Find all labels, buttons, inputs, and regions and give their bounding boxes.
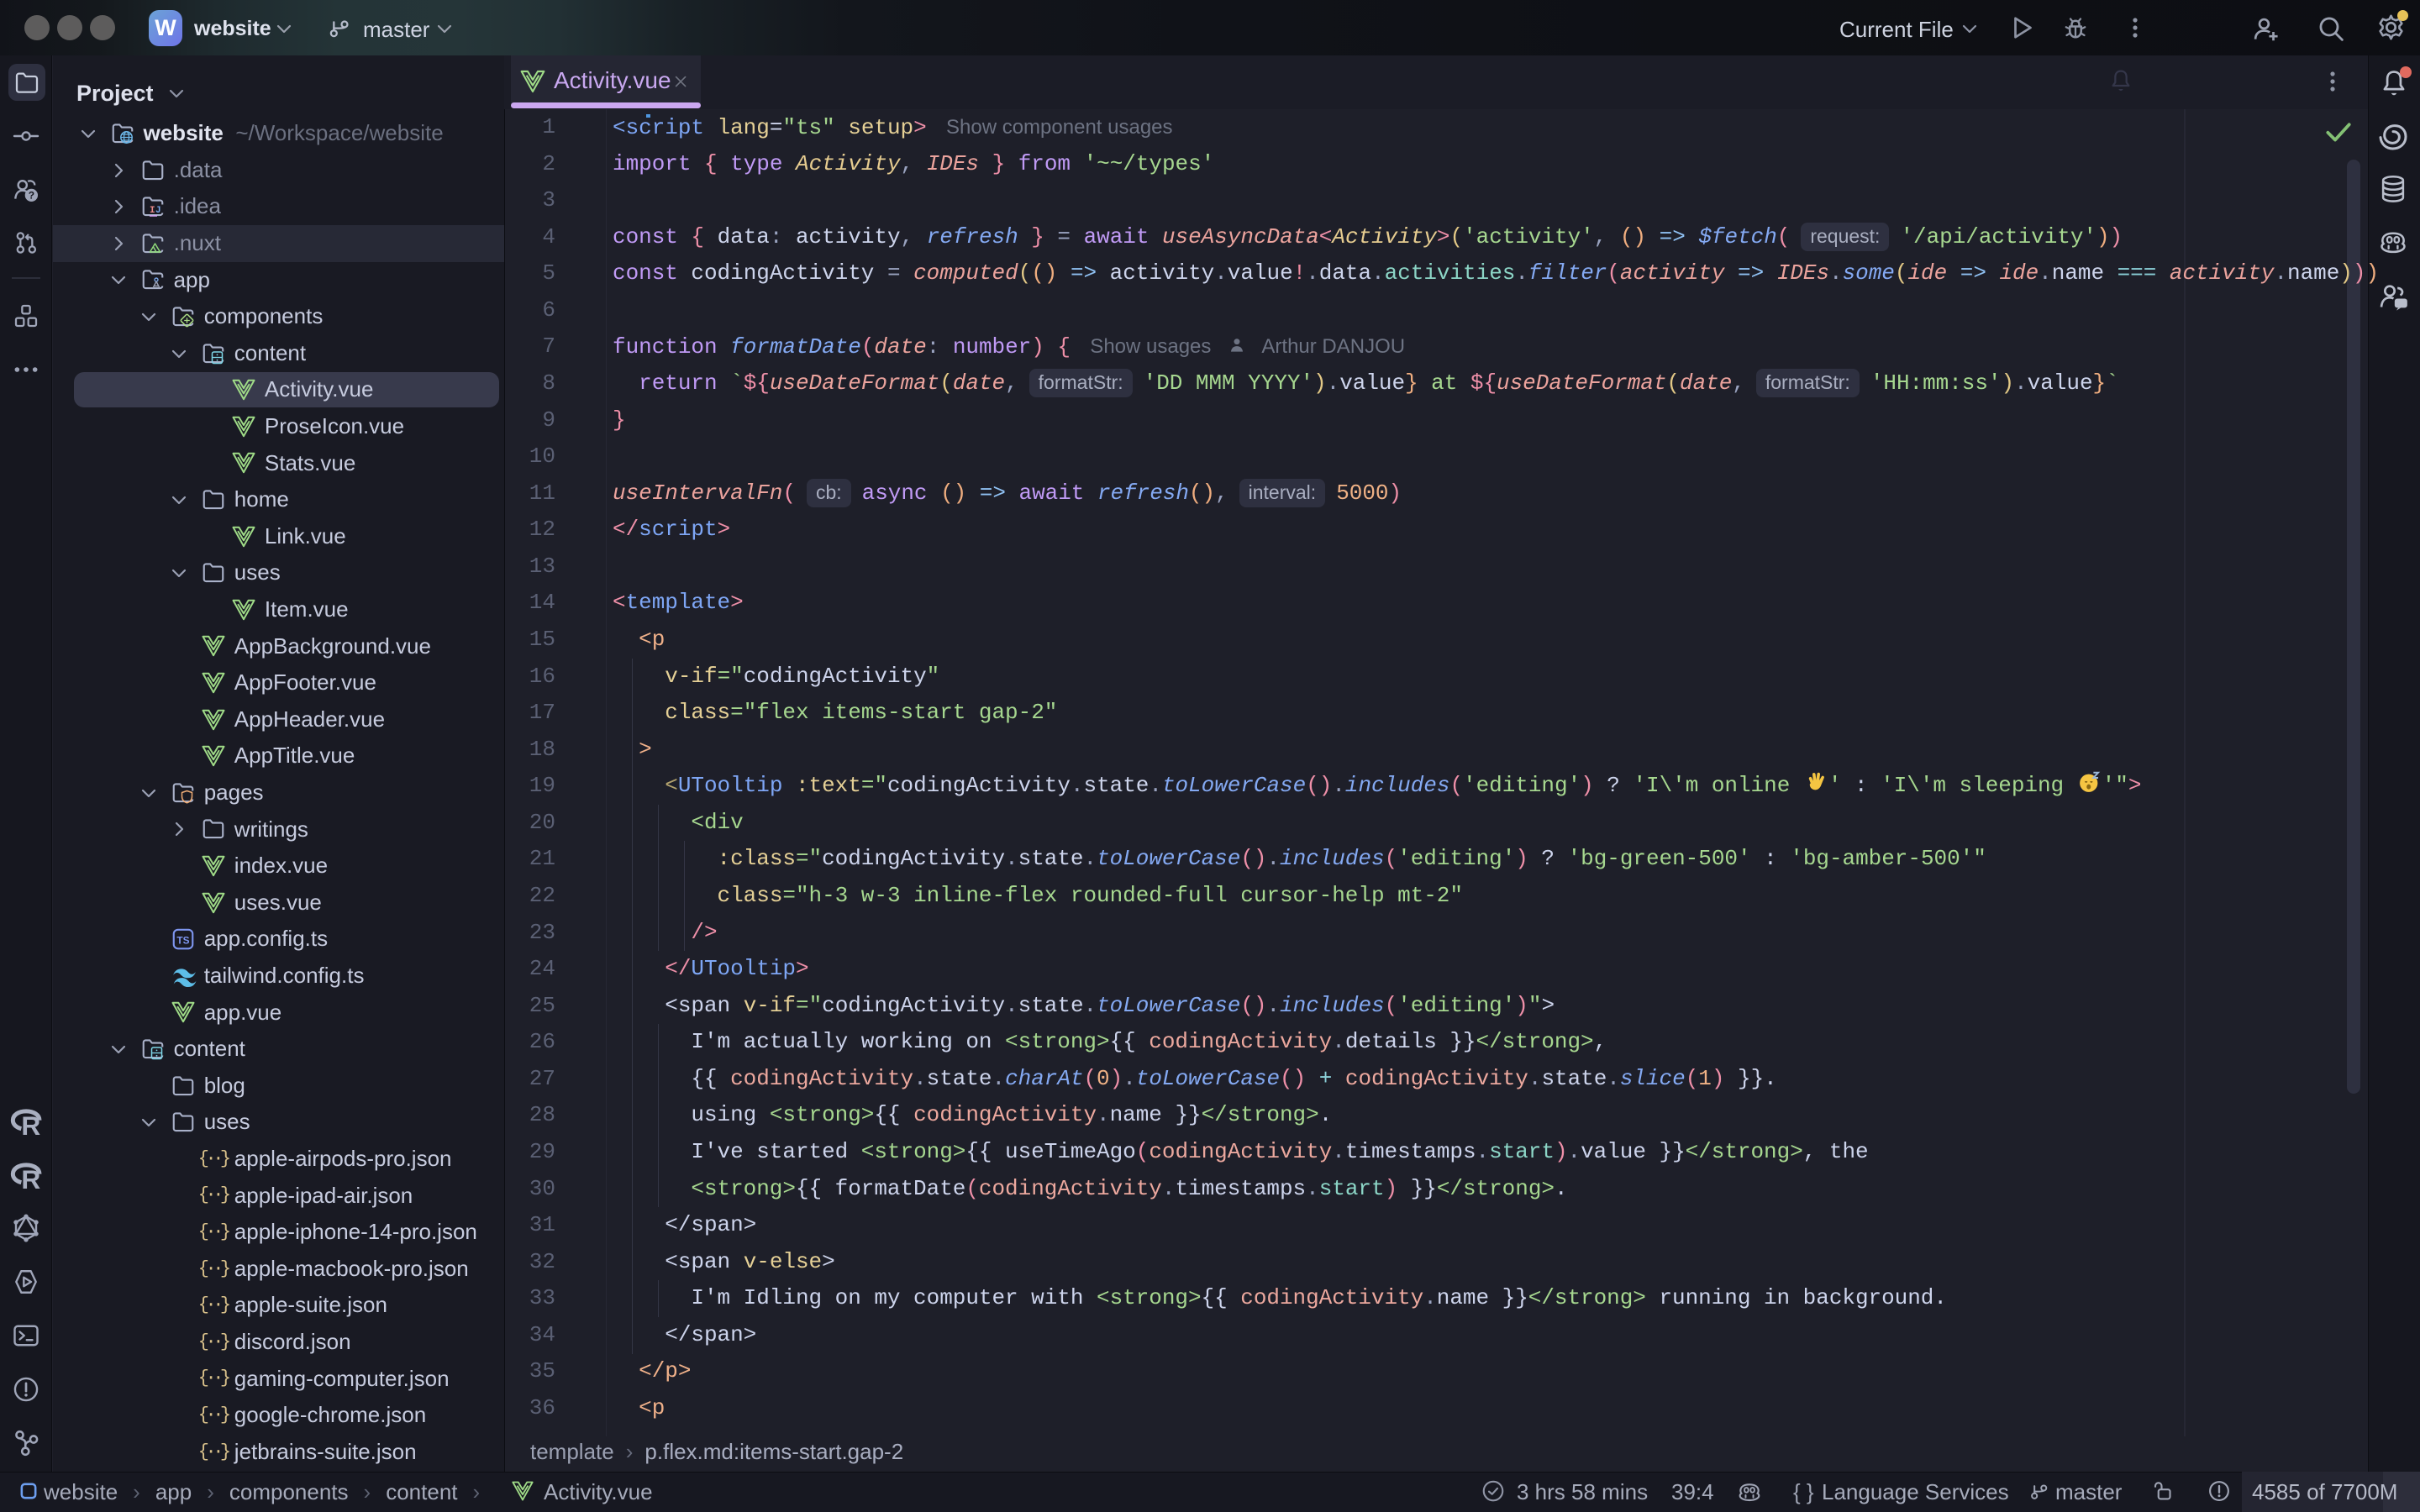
svg-text:?: ?: [29, 189, 34, 201]
svg-text:J: J: [155, 206, 161, 216]
svg-text:I: I: [150, 206, 155, 216]
svg-text:TS: TS: [176, 935, 189, 947]
svg-text:R: R: [21, 1164, 40, 1194]
svg-text:R: R: [21, 1110, 40, 1140]
